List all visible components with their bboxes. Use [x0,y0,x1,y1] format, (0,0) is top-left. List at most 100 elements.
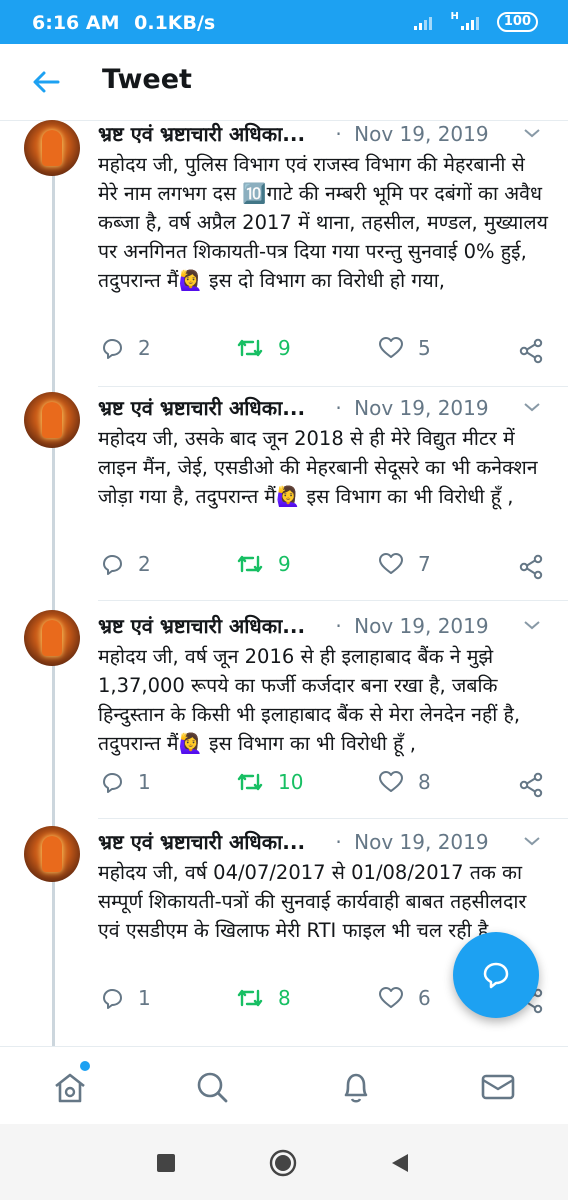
retweet-button[interactable]: 9 [236,552,291,576]
divider [98,600,568,601]
tweet-header: भ्रष्ट एवं भ्रष्टाचारी अधिका... · Nov 19… [98,394,489,421]
author-name[interactable]: भ्रष्ट एवं भ्रष्टाचारी अधिका... [98,396,305,420]
like-count: 5 [418,336,431,360]
divider [98,818,568,819]
notifications-icon[interactable] [336,1067,376,1107]
signal-icon-2 [460,17,479,30]
reply-button[interactable]: 2 [100,552,151,576]
tweet-item[interactable]: भ्रष्ट एवं भ्रष्टाचारी अधिका... · Nov 19… [0,392,568,602]
like-count: 6 [418,986,431,1010]
battery-icon: 100 [496,12,538,32]
tweet-thread: भ्रष्ट एवं भ्रष्टाचारी अधिका... · Nov 19… [0,120,568,1046]
heart-icon [379,337,403,358]
like-count: 7 [418,552,431,576]
reply-icon [103,989,122,1009]
like-button[interactable]: 5 [378,336,431,360]
retweet-count: 10 [278,770,304,794]
tweet-header: भ्रष्ट एवं भ्रष्टाचारी अधिका... · Nov 19… [98,612,489,639]
retweet-count: 9 [278,336,291,360]
reply-count: 1 [138,770,151,794]
tweet-text: महोदय जी, वर्ष जून 2016 से ही इलाहाबाद ब… [98,645,521,755]
avatar[interactable] [24,392,80,448]
network-type-icon: H [450,10,459,22]
retweet-button[interactable]: 8 [236,986,291,1010]
compose-reply-icon [483,962,509,989]
search-icon[interactable] [192,1067,232,1107]
divider [98,386,568,387]
retweet-button[interactable]: 9 [236,336,291,360]
signal-icon [414,17,433,30]
tweet-text: महोदय जी, उसके बाद जून 2018 से ही मेरे व… [98,427,538,508]
tweet-text: महोदय जी, पुलिस विभाग एवं राजस्व विभाग क… [98,153,548,292]
tweet-date[interactable]: Nov 19, 2019 [354,614,488,638]
messages-icon[interactable] [478,1067,518,1107]
retweet-icon [237,555,263,573]
retweet-icon [237,773,263,791]
new-content-dot [80,1061,90,1071]
tweet-actions: 2 9 7 [98,552,548,582]
like-button[interactable]: 6 [378,986,431,1010]
tweet-header: भ्रष्ट एवं भ्रष्टाचारी अधिका... · Nov 19… [98,828,489,855]
recents-icon[interactable] [157,1154,175,1172]
separator-dot: · [335,614,342,638]
avatar[interactable] [24,610,80,666]
avatar[interactable] [24,826,80,882]
clock: 6:16 AM [32,12,120,34]
compose-reply-button[interactable] [453,932,539,1018]
heart-icon [379,987,403,1008]
retweet-icon [237,989,263,1007]
tweet-item[interactable]: भ्रष्ट एवं भ्रष्टाचारी अधिका... · Nov 19… [0,120,568,388]
reply-icon [103,773,122,793]
status-bar: 6:16 AM 0.1KB/s H 100 [0,0,568,44]
retweet-icon [237,339,263,357]
share-icon[interactable] [518,554,544,580]
like-button[interactable]: 7 [378,552,431,576]
tweet-actions: 2 9 5 [98,336,548,366]
tweet-text: महोदय जी, वर्ष 04/07/2017 से 01/08/2017 … [98,861,527,942]
avatar[interactable] [24,120,80,176]
page-title: Tweet [102,64,192,95]
separator-dot: · [335,122,342,146]
tweet-date[interactable]: Nov 19, 2019 [354,830,488,854]
network-speed: 0.1KB/s [134,12,216,34]
separator-dot: · [335,830,342,854]
separator-dot: · [335,396,342,420]
bottom-navigation [0,1046,568,1125]
retweet-count: 9 [278,552,291,576]
reply-icon [103,339,122,359]
author-name[interactable]: भ्रष्ट एवं भ्रष्टाचारी अधिका... [98,122,305,146]
system-navigation-bar [0,1124,568,1200]
author-name[interactable]: भ्रष्ट एवं भ्रष्टाचारी अधिका... [98,614,305,638]
share-icon[interactable] [518,772,544,798]
reply-count: 2 [138,336,151,360]
reply-button[interactable]: 1 [100,770,151,794]
reply-button[interactable]: 1 [100,986,151,1010]
chevron-down-icon[interactable] [522,834,542,848]
share-icon[interactable] [518,338,544,364]
tweet-date[interactable]: Nov 19, 2019 [354,396,488,420]
heart-icon [379,771,403,792]
like-button[interactable]: 8 [378,770,431,794]
back-arrow-icon[interactable] [30,66,62,98]
home-circle-icon[interactable] [268,1148,298,1178]
tweet-actions: 1 10 8 [98,770,548,800]
back-triangle-icon[interactable] [390,1152,410,1174]
author-name[interactable]: भ्रष्ट एवं भ्रष्टाचारी अधिका... [98,830,305,854]
retweet-button[interactable]: 10 [236,770,303,794]
reply-icon [103,555,122,575]
chevron-down-icon[interactable] [522,400,542,414]
heart-icon [379,553,403,574]
reply-count: 2 [138,552,151,576]
reply-count: 1 [138,986,151,1010]
chevron-down-icon[interactable] [522,618,542,632]
status-time: 6:16 AM 0.1KB/s [32,12,215,34]
tweet-header: भ्रष्ट एवं भ्रष्टाचारी अधिका... · Nov 19… [98,120,489,147]
tweet-date[interactable]: Nov 19, 2019 [354,122,488,146]
chevron-down-icon[interactable] [522,126,542,140]
reply-button[interactable]: 2 [100,336,151,360]
retweet-count: 8 [278,986,291,1010]
home-icon[interactable] [50,1067,90,1107]
tweet-item[interactable]: भ्रष्ट एवं भ्रष्टाचारी अधिका... · Nov 19… [0,610,568,820]
like-count: 8 [418,770,431,794]
app-bar: Tweet [0,44,568,121]
